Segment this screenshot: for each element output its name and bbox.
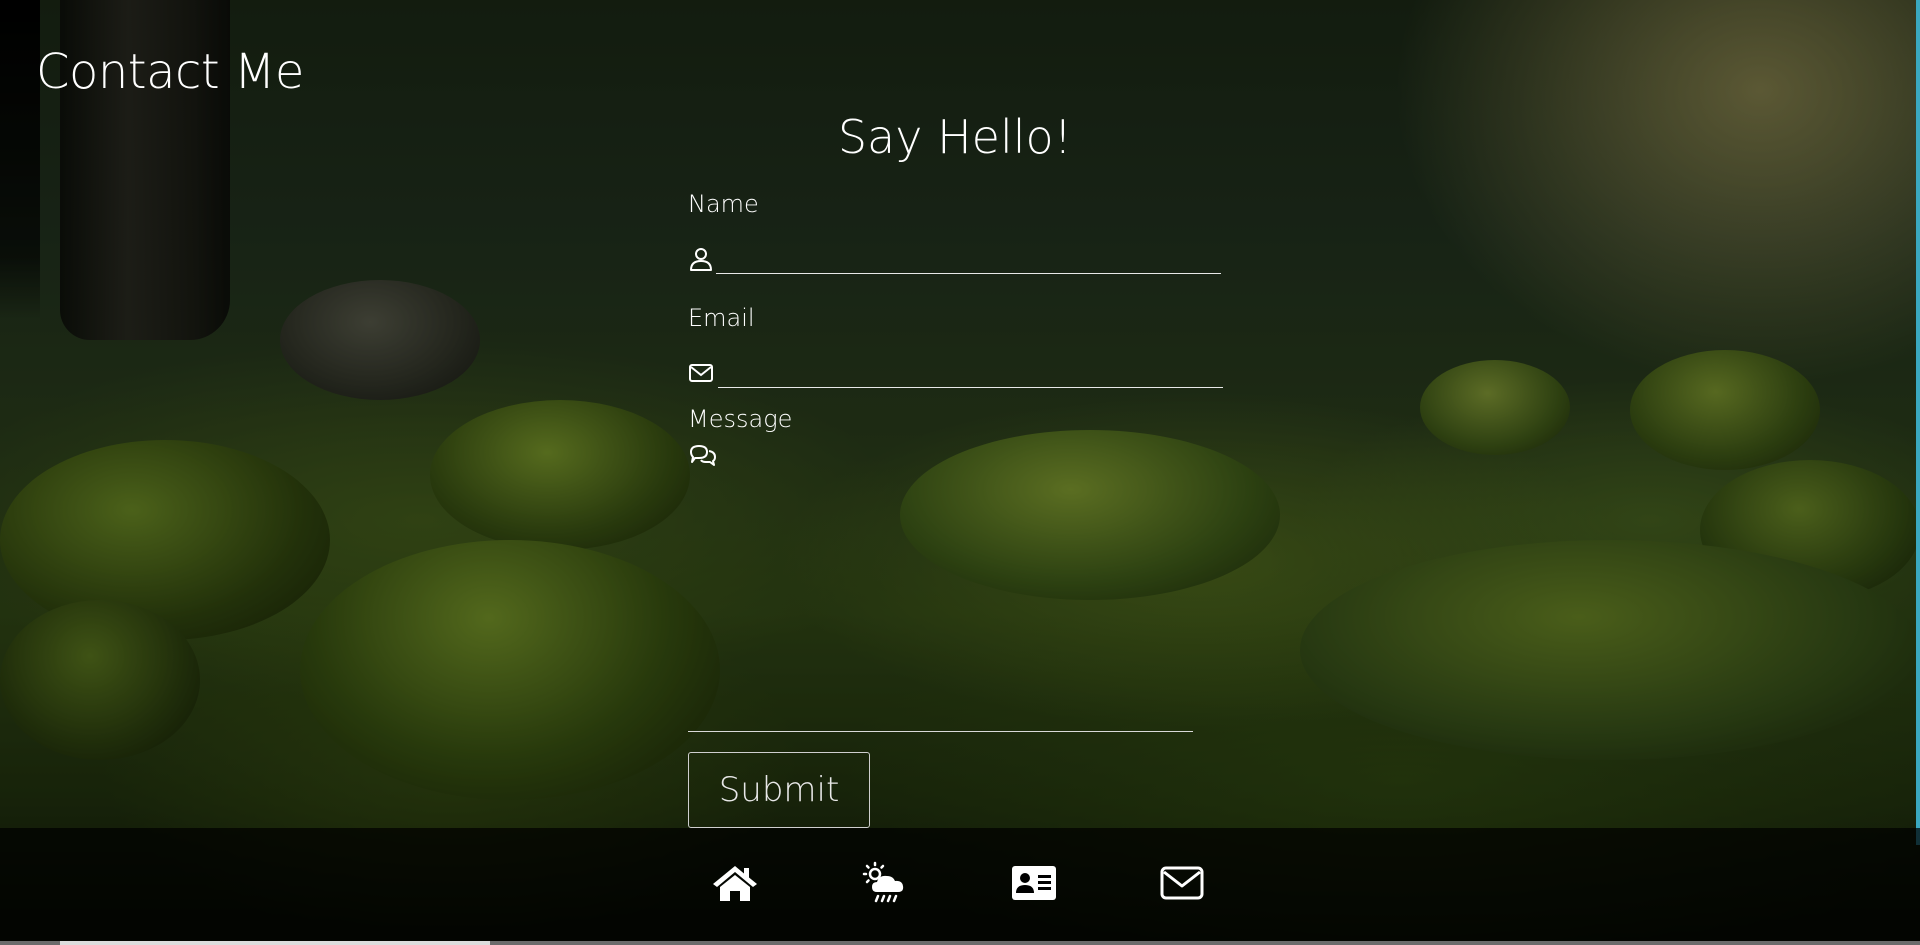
user-icon [688, 246, 714, 272]
message-label: Message [688, 405, 793, 433]
nav-home[interactable] [708, 862, 762, 908]
form-heading: Say Hello! [837, 110, 1073, 164]
footer-nav [0, 828, 1920, 945]
weather-icon [860, 861, 910, 909]
email-label: Email [688, 304, 755, 332]
message-textarea[interactable] [688, 462, 1193, 732]
nav-weather[interactable] [858, 861, 912, 909]
contact-card-icon [1011, 865, 1057, 905]
name-input[interactable] [716, 238, 1221, 274]
name-label: Name [688, 190, 759, 218]
submit-button[interactable]: Submit [688, 752, 870, 828]
envelope-icon [688, 360, 714, 386]
email-input[interactable] [718, 352, 1223, 388]
page-title: Contact Me [36, 44, 304, 100]
nav-contact[interactable] [1155, 862, 1209, 908]
nav-about[interactable] [1007, 862, 1061, 908]
horizontal-scrollbar-thumb[interactable] [60, 941, 490, 945]
contact-page: Contact Me Say Hello! Name Email Message [0, 0, 1920, 945]
mail-icon [1160, 866, 1204, 904]
right-edge-accent [1916, 0, 1920, 845]
home-icon [711, 863, 759, 907]
